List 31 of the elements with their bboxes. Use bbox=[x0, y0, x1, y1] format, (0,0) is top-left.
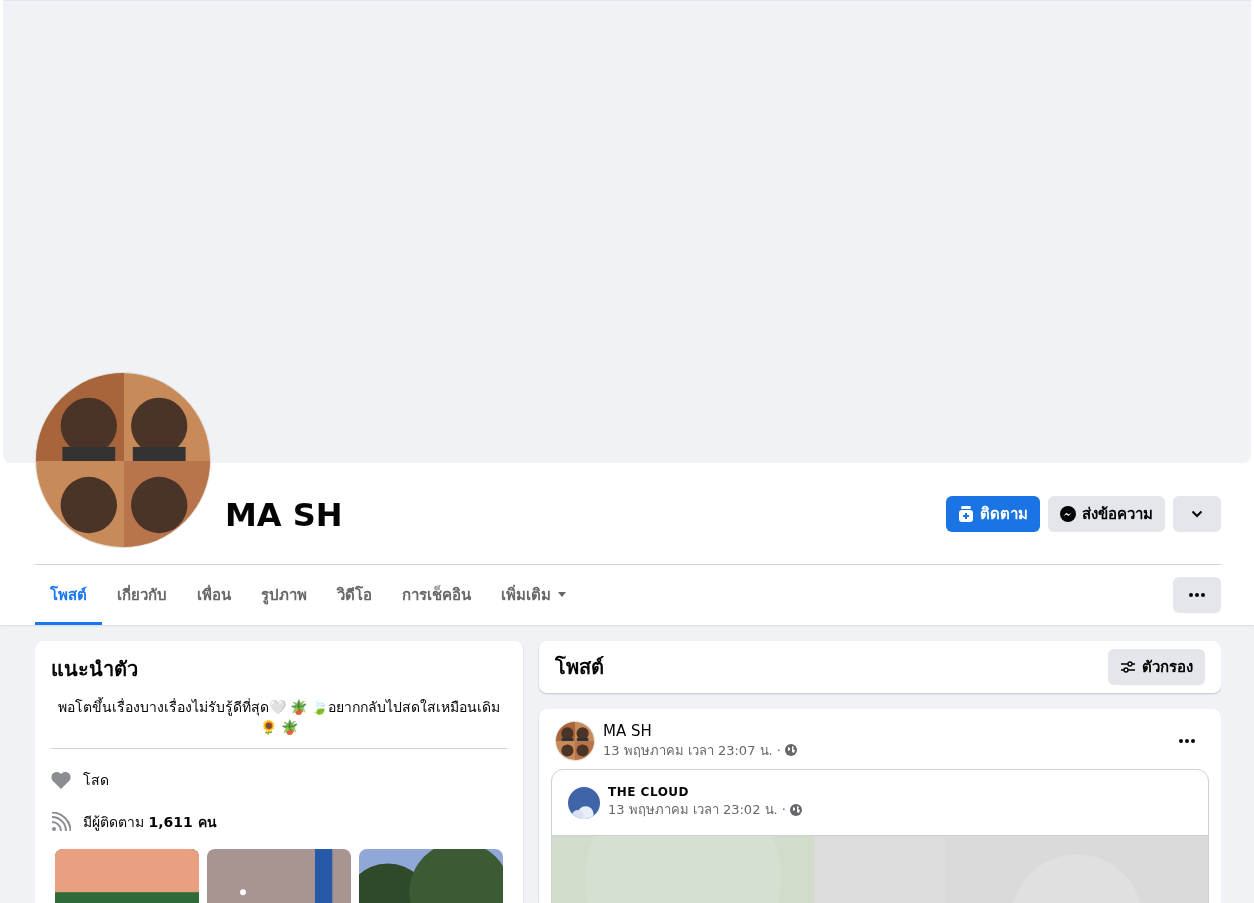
message-button[interactable]: ส่งข้อความ bbox=[1048, 496, 1165, 532]
profile-tab[interactable]: เพิ่มเติม bbox=[486, 565, 582, 625]
author-name[interactable]: THE CLOUD bbox=[608, 785, 1192, 799]
profile-tab[interactable]: การเช็คอิน bbox=[387, 565, 486, 625]
post-time[interactable]: 13 พฤษภาคม เวลา 23:02 น. · bbox=[608, 799, 786, 820]
author-name[interactable]: MA SH bbox=[603, 721, 1161, 740]
add-icon bbox=[958, 506, 974, 522]
filter-button[interactable]: ตัวกรอง bbox=[1108, 649, 1205, 685]
globe-icon bbox=[789, 803, 802, 816]
intro-title: แนะนำตัว bbox=[51, 656, 139, 683]
post-time[interactable]: 13 พฤษภาคม เวลา 23:07 น. · bbox=[603, 739, 781, 761]
detail-text: มีผู้ติดตาม 1,611 คน bbox=[83, 812, 217, 833]
chevron-down-icon bbox=[1191, 510, 1203, 518]
more-button[interactable] bbox=[1173, 577, 1221, 613]
filter-icon bbox=[1120, 660, 1136, 674]
messenger-icon bbox=[1060, 506, 1076, 522]
profile-tab[interactable]: วิดีโอ bbox=[322, 565, 387, 625]
profile-name: MA SH bbox=[225, 496, 344, 534]
profile-tab[interactable]: เพื่อน bbox=[182, 565, 246, 625]
posts-title: โพสต์ bbox=[555, 654, 604, 681]
profile-tab[interactable]: โพสต์ bbox=[35, 565, 102, 625]
more-icon bbox=[1179, 739, 1195, 743]
more-icon bbox=[1189, 593, 1205, 597]
detail-text: โสด bbox=[83, 770, 109, 790]
heart-icon bbox=[51, 770, 71, 789]
feed-icon bbox=[51, 811, 71, 832]
profile-tab[interactable]: เกี่ยวกับ bbox=[102, 565, 182, 625]
profile-tab[interactable]: รูปภาพ bbox=[246, 565, 322, 625]
globe-icon bbox=[784, 744, 797, 756]
follow-button[interactable]: ติดตาม bbox=[946, 496, 1040, 532]
bio-text: พอโตขึ้นเรื่องบางเรื่องไม่รับรู้ดีที่สุด🤍 🪴 🍃อยากกลับไปสดใสเหมือนเดิม 🌻 🪴 bbox=[51, 697, 507, 749]
